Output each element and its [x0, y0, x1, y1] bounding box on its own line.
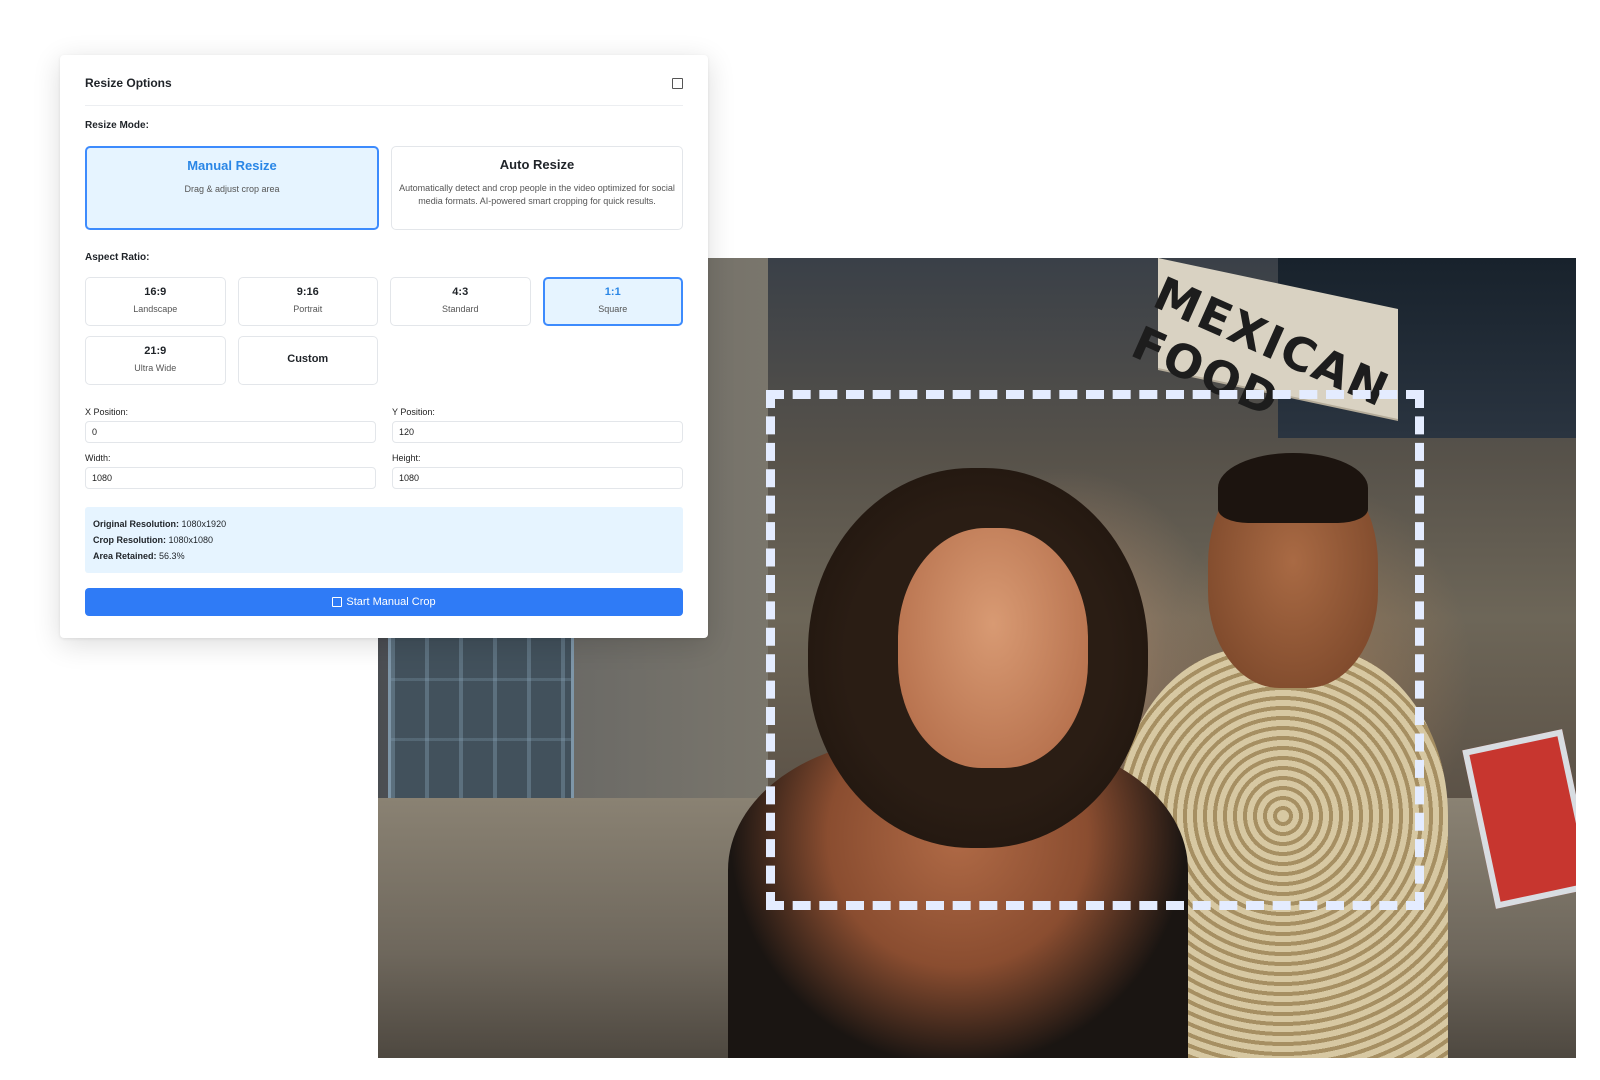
ratio-4-3[interactable]: 4:3 Standard: [390, 277, 531, 326]
resize-mode-options: Manual Resize Drag & adjust crop area Au…: [85, 146, 683, 230]
ratio-16-9[interactable]: 16:9 Landscape: [85, 277, 226, 326]
crop-fields: X Position: Y Position: Width: Height:: [85, 407, 683, 499]
ratio-name: 16:9: [144, 286, 167, 298]
height-label: Height:: [392, 453, 421, 463]
mode-description: Automatically detect and crop people in …: [399, 183, 675, 206]
x-position-field-group: X Position:: [85, 407, 376, 443]
original-resolution-row: Original Resolution: 1080x1920: [93, 516, 675, 532]
ratio-1-1[interactable]: 1:1 Square: [542, 277, 683, 326]
area-retained-row: Area Retained: 56.3%: [93, 548, 675, 564]
aspect-ratio-options: 16:9 Landscape 9:16 Portrait 4:3 Standar…: [85, 277, 683, 385]
resize-options-panel: Resize Options Resize Mode: Manual Resiz…: [60, 55, 708, 638]
ratio-subtitle: Standard: [441, 304, 479, 314]
mode-title: Auto Resize: [499, 157, 575, 172]
mode-auto-resize[interactable]: Auto Resize Automatically detect and cro…: [391, 146, 683, 230]
ratio-name: Custom: [287, 353, 329, 365]
ratio-9-16[interactable]: 9:16 Portrait: [237, 277, 378, 326]
width-input[interactable]: [85, 467, 376, 489]
aspect-ratio-label: Aspect Ratio:: [85, 252, 150, 263]
resolution-info-box: Original Resolution: 1080x1920 Crop Reso…: [85, 507, 683, 573]
start-manual-crop-button[interactable]: Start Manual Crop: [85, 588, 683, 616]
square-icon: [332, 597, 343, 607]
ratio-name: 21:9: [144, 345, 167, 357]
y-position-input[interactable]: [392, 421, 683, 443]
ratio-subtitle: Ultra Wide: [134, 363, 177, 373]
height-input[interactable]: [392, 467, 683, 489]
ratio-name: 9:16: [296, 286, 319, 298]
height-field-group: Height:: [392, 453, 683, 489]
width-field-group: Width:: [85, 453, 376, 489]
ratio-name: 1:1: [604, 286, 621, 298]
y-position-field-group: Y Position:: [392, 407, 683, 443]
ratio-21-9[interactable]: 21:9 Ultra Wide: [85, 336, 226, 385]
start-manual-crop-label: Start Manual Crop: [346, 596, 436, 608]
panel-header: Resize Options: [85, 61, 683, 106]
area-retained-value: 56.3%: [159, 551, 185, 561]
crop-resolution-label: Crop Resolution:: [93, 535, 166, 545]
ratio-subtitle: Portrait: [293, 304, 323, 314]
area-retained-label: Area Retained:: [93, 551, 157, 561]
x-position-label: X Position:: [85, 407, 129, 417]
mode-title: Manual Resize: [187, 158, 277, 173]
crop-resolution-row: Crop Resolution: 1080x1080: [93, 532, 675, 548]
x-position-input[interactable]: [85, 421, 376, 443]
maximize-icon[interactable]: [672, 77, 683, 89]
ratio-custom[interactable]: Custom: [237, 336, 378, 385]
ratio-name: 4:3: [452, 286, 469, 298]
mode-description: Drag & adjust crop area: [184, 184, 280, 194]
original-resolution-value: 1080x1920: [181, 519, 227, 529]
crop-area[interactable]: [766, 390, 1424, 910]
ratio-subtitle: Square: [598, 304, 628, 314]
resize-mode-label: Resize Mode:: [85, 120, 149, 131]
panel-title: Resize Options: [85, 76, 172, 90]
original-resolution-label: Original Resolution:: [93, 519, 180, 529]
y-position-label: Y Position:: [392, 407, 435, 417]
ratio-subtitle: Landscape: [133, 304, 178, 314]
mode-manual-resize[interactable]: Manual Resize Drag & adjust crop area: [85, 146, 379, 230]
width-label: Width:: [85, 453, 111, 463]
crop-resolution-value: 1080x1080: [168, 535, 214, 545]
